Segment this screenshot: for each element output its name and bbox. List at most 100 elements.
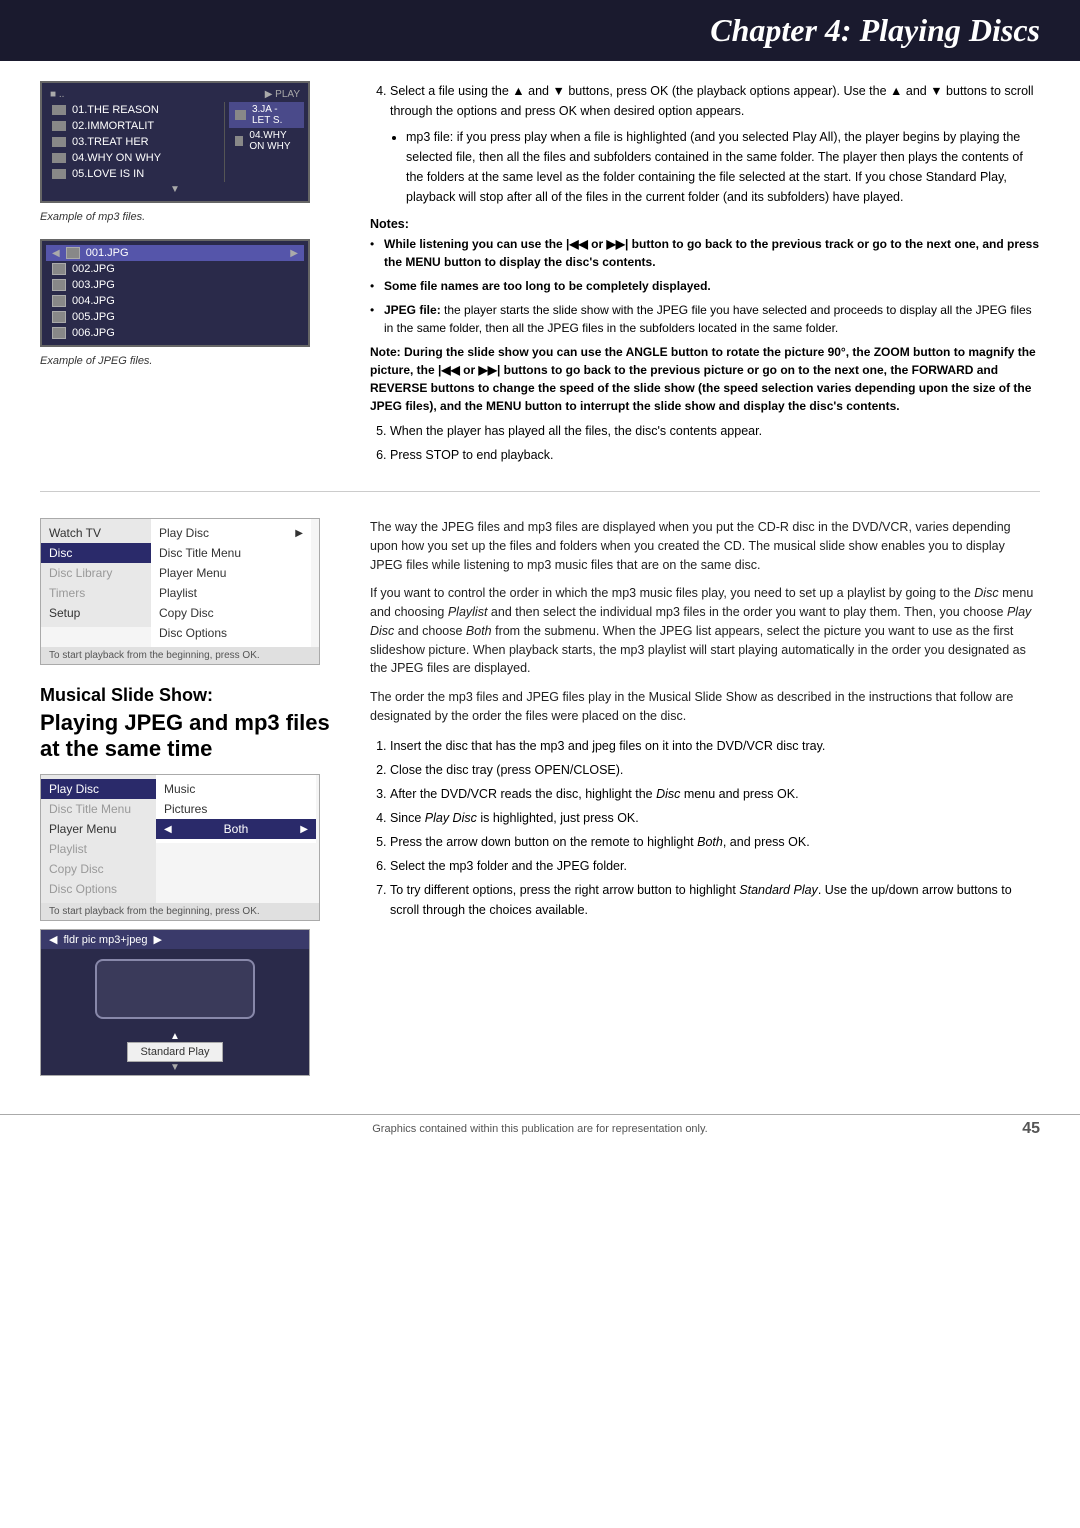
mp3-row-2: 02.IMMORTALIT (46, 118, 220, 134)
arrow-right-both: ▶ (300, 824, 308, 835)
menu-right-playlist: Playlist (151, 583, 311, 603)
step-5: When the player has played all the files… (390, 421, 1040, 441)
sub-right-pictures: Pictures (156, 799, 316, 819)
jpeg-row-2: 003.JPG (46, 277, 304, 293)
mp3-screen-header: ■ .. ▶ PLAY (46, 87, 304, 102)
file-icon-s1 (235, 110, 246, 120)
mp3-side-row-2: 04.WHY ON WHY (229, 128, 304, 154)
jpeg-row-3: 004.JPG (46, 293, 304, 309)
folder-header-text: fldr pic mp3+jpeg (63, 934, 147, 946)
top-steps: Select a file using the ▲ and ▼ buttons,… (370, 81, 1040, 207)
page-footer: Graphics contained within this publicati… (0, 1114, 1080, 1143)
sub-right-both: ◀ Both ▶ (156, 819, 316, 839)
musical-steps-list: Insert the disc that has the mp3 and jpe… (370, 736, 1040, 920)
jpeg-caption: Example of JPEG files. (40, 355, 330, 367)
musical-step-5: Press the arrow down button on the remot… (390, 832, 1040, 852)
mp3-caption: Example of mp3 files. (40, 211, 330, 223)
submenu-left-panel: Play Disc Disc Title Menu Player Menu Pl… (41, 775, 156, 903)
sub-item-copydisc: Copy Disc (41, 859, 156, 879)
menu-item-timers: Timers (41, 583, 151, 603)
musical-step-3: After the DVD/VCR reads the disc, highli… (390, 784, 1040, 804)
arrow-right-playdisc: ▶ (295, 528, 303, 539)
section-title: Musical Slide Show: (40, 685, 330, 706)
musical-step-1: Insert the disc that has the mp3 and jpe… (390, 736, 1040, 756)
sub-item-playdisc: Play Disc (41, 779, 156, 799)
section-para3: The order the mp3 files and JPEG files p… (370, 688, 1040, 726)
file-icon-2 (52, 121, 66, 131)
folder-footer: ▲ Standard Play ▼ (41, 1029, 309, 1075)
jpeg-icon-3 (52, 295, 66, 307)
jpeg-icon-5 (52, 327, 66, 339)
sub-item-discoptions: Disc Options (41, 879, 156, 899)
footer-text: Graphics contained within this publicati… (372, 1123, 707, 1135)
step-4: Select a file using the ▲ and ▼ buttons,… (390, 81, 1040, 207)
note-3: JPEG file: the player starts the slide s… (370, 301, 1040, 337)
bottom-left-col: Watch TV Disc Disc Library Timers Setup … (40, 518, 330, 1084)
folder-content (41, 949, 309, 1029)
menu2-footer: To start playback from the beginning, pr… (41, 903, 319, 920)
menu-item-setup: Setup (41, 603, 151, 623)
bottom-right-col: The way the JPEG files and mp3 files are… (360, 518, 1040, 1084)
note-2: Some file names are too long to be compl… (370, 277, 1040, 295)
jpeg-row-1: 002.JPG (46, 261, 304, 277)
file-icon-4 (52, 153, 66, 163)
jpeg-row-4: 005.JPG (46, 309, 304, 325)
top-right-col: Select a file using the ▲ and ▼ buttons,… (360, 81, 1040, 475)
mp3-row-5: 05.LOVE IS IN (46, 166, 220, 182)
menu-item-disclibrary: Disc Library (41, 563, 151, 583)
jpeg-icon-0 (66, 247, 80, 259)
page-number: 45 (1022, 1120, 1040, 1138)
menu-right-playermenu: Player Menu (151, 563, 311, 583)
musical-step-7: To try different options, press the righ… (390, 880, 1040, 920)
menu-right-panel: Play Disc ▶ Disc Title Menu Player Menu … (151, 519, 311, 647)
folder-arrow-left: ◀ (49, 933, 57, 946)
sub-item-playermenu: Player Menu (41, 819, 156, 839)
jpeg-icon-1 (52, 263, 66, 275)
menu-item-watchtv: Watch TV (41, 523, 151, 543)
section-para1: The way the JPEG files and mp3 files are… (370, 518, 1040, 574)
mp3-side-row-1: 3.JA - LET S. (229, 102, 304, 128)
mp3-row-1: 01.THE REASON (46, 102, 220, 118)
folder-header: ◀ fldr pic mp3+jpeg ▶ (41, 930, 309, 949)
note-4-bold: Note: During the slide show you can use … (370, 343, 1040, 415)
menu-right-disctitle: Disc Title Menu (151, 543, 311, 563)
section-subtitle: Playing JPEG and mp3 files at the same t… (40, 710, 330, 762)
jpeg-row-5: 006.JPG (46, 325, 304, 341)
mp3-row-4: 04.WHY ON WHY (46, 150, 220, 166)
folder-inner-box (95, 959, 255, 1019)
std-play-box: Standard Play (127, 1042, 222, 1062)
section-para2: If you want to control the order in whic… (370, 584, 1040, 678)
submenu-right-panel: Music Pictures ◀ Both ▶ (156, 775, 316, 843)
folder-screen: ◀ fldr pic mp3+jpeg ▶ ▲ Standard Play ▼ (40, 929, 310, 1076)
step-6: Press STOP to end playback. (390, 445, 1040, 465)
file-icon-1 (52, 105, 66, 115)
top-section: ■ .. ▶ PLAY 01.THE REASON 02.IMMORTALIT (0, 61, 1080, 475)
mp3-header-left: ■ .. (50, 89, 64, 100)
mp3-header-right: ▶ PLAY (265, 89, 300, 100)
menu-right-discoptions: Disc Options (151, 623, 311, 643)
sub-right-music: Music (156, 779, 316, 799)
sub-item-playlist: Playlist (41, 839, 156, 859)
notes-label: Notes: (370, 217, 1040, 231)
menu1-footer: To start playback from the beginning, pr… (41, 647, 319, 664)
jpeg-screen: ◀ 001.JPG ▶ 002.JPG 003.JPG 004.JPG 005.… (40, 239, 310, 347)
note-1: While listening you can use the |◀◀ or ▶… (370, 235, 1040, 271)
menu-right-playdisc: Play Disc ▶ (151, 523, 311, 543)
arrow-left-both: ◀ (164, 824, 172, 835)
playdisc-submenu-screen: Play Disc Disc Title Menu Player Menu Pl… (40, 774, 320, 921)
mp3-scroll-down: ▼ (46, 182, 304, 197)
mp3-row-3: 03.TREAT HER (46, 134, 220, 150)
menu-left-panel: Watch TV Disc Disc Library Timers Setup (41, 519, 151, 627)
page-header: Chapter 4: Playing Discs (0, 0, 1080, 61)
bottom-steps: When the player has played all the files… (370, 421, 1040, 465)
scroll-up-arrow: ▲ (170, 1031, 180, 1042)
bullet-mp3: mp3 file: if you press play when a file … (406, 127, 1040, 207)
file-icon-5 (52, 169, 66, 179)
chapter-title: Chapter 4: Playing Discs (710, 12, 1040, 48)
top-left-col: ■ .. ▶ PLAY 01.THE REASON 02.IMMORTALIT (40, 81, 330, 475)
musical-step-6: Select the mp3 folder and the JPEG folde… (390, 856, 1040, 876)
menu-item-disc: Disc (41, 543, 151, 563)
menu-right-copydisc: Copy Disc (151, 603, 311, 623)
file-icon-s2 (235, 136, 243, 146)
jpeg-icon-2 (52, 279, 66, 291)
